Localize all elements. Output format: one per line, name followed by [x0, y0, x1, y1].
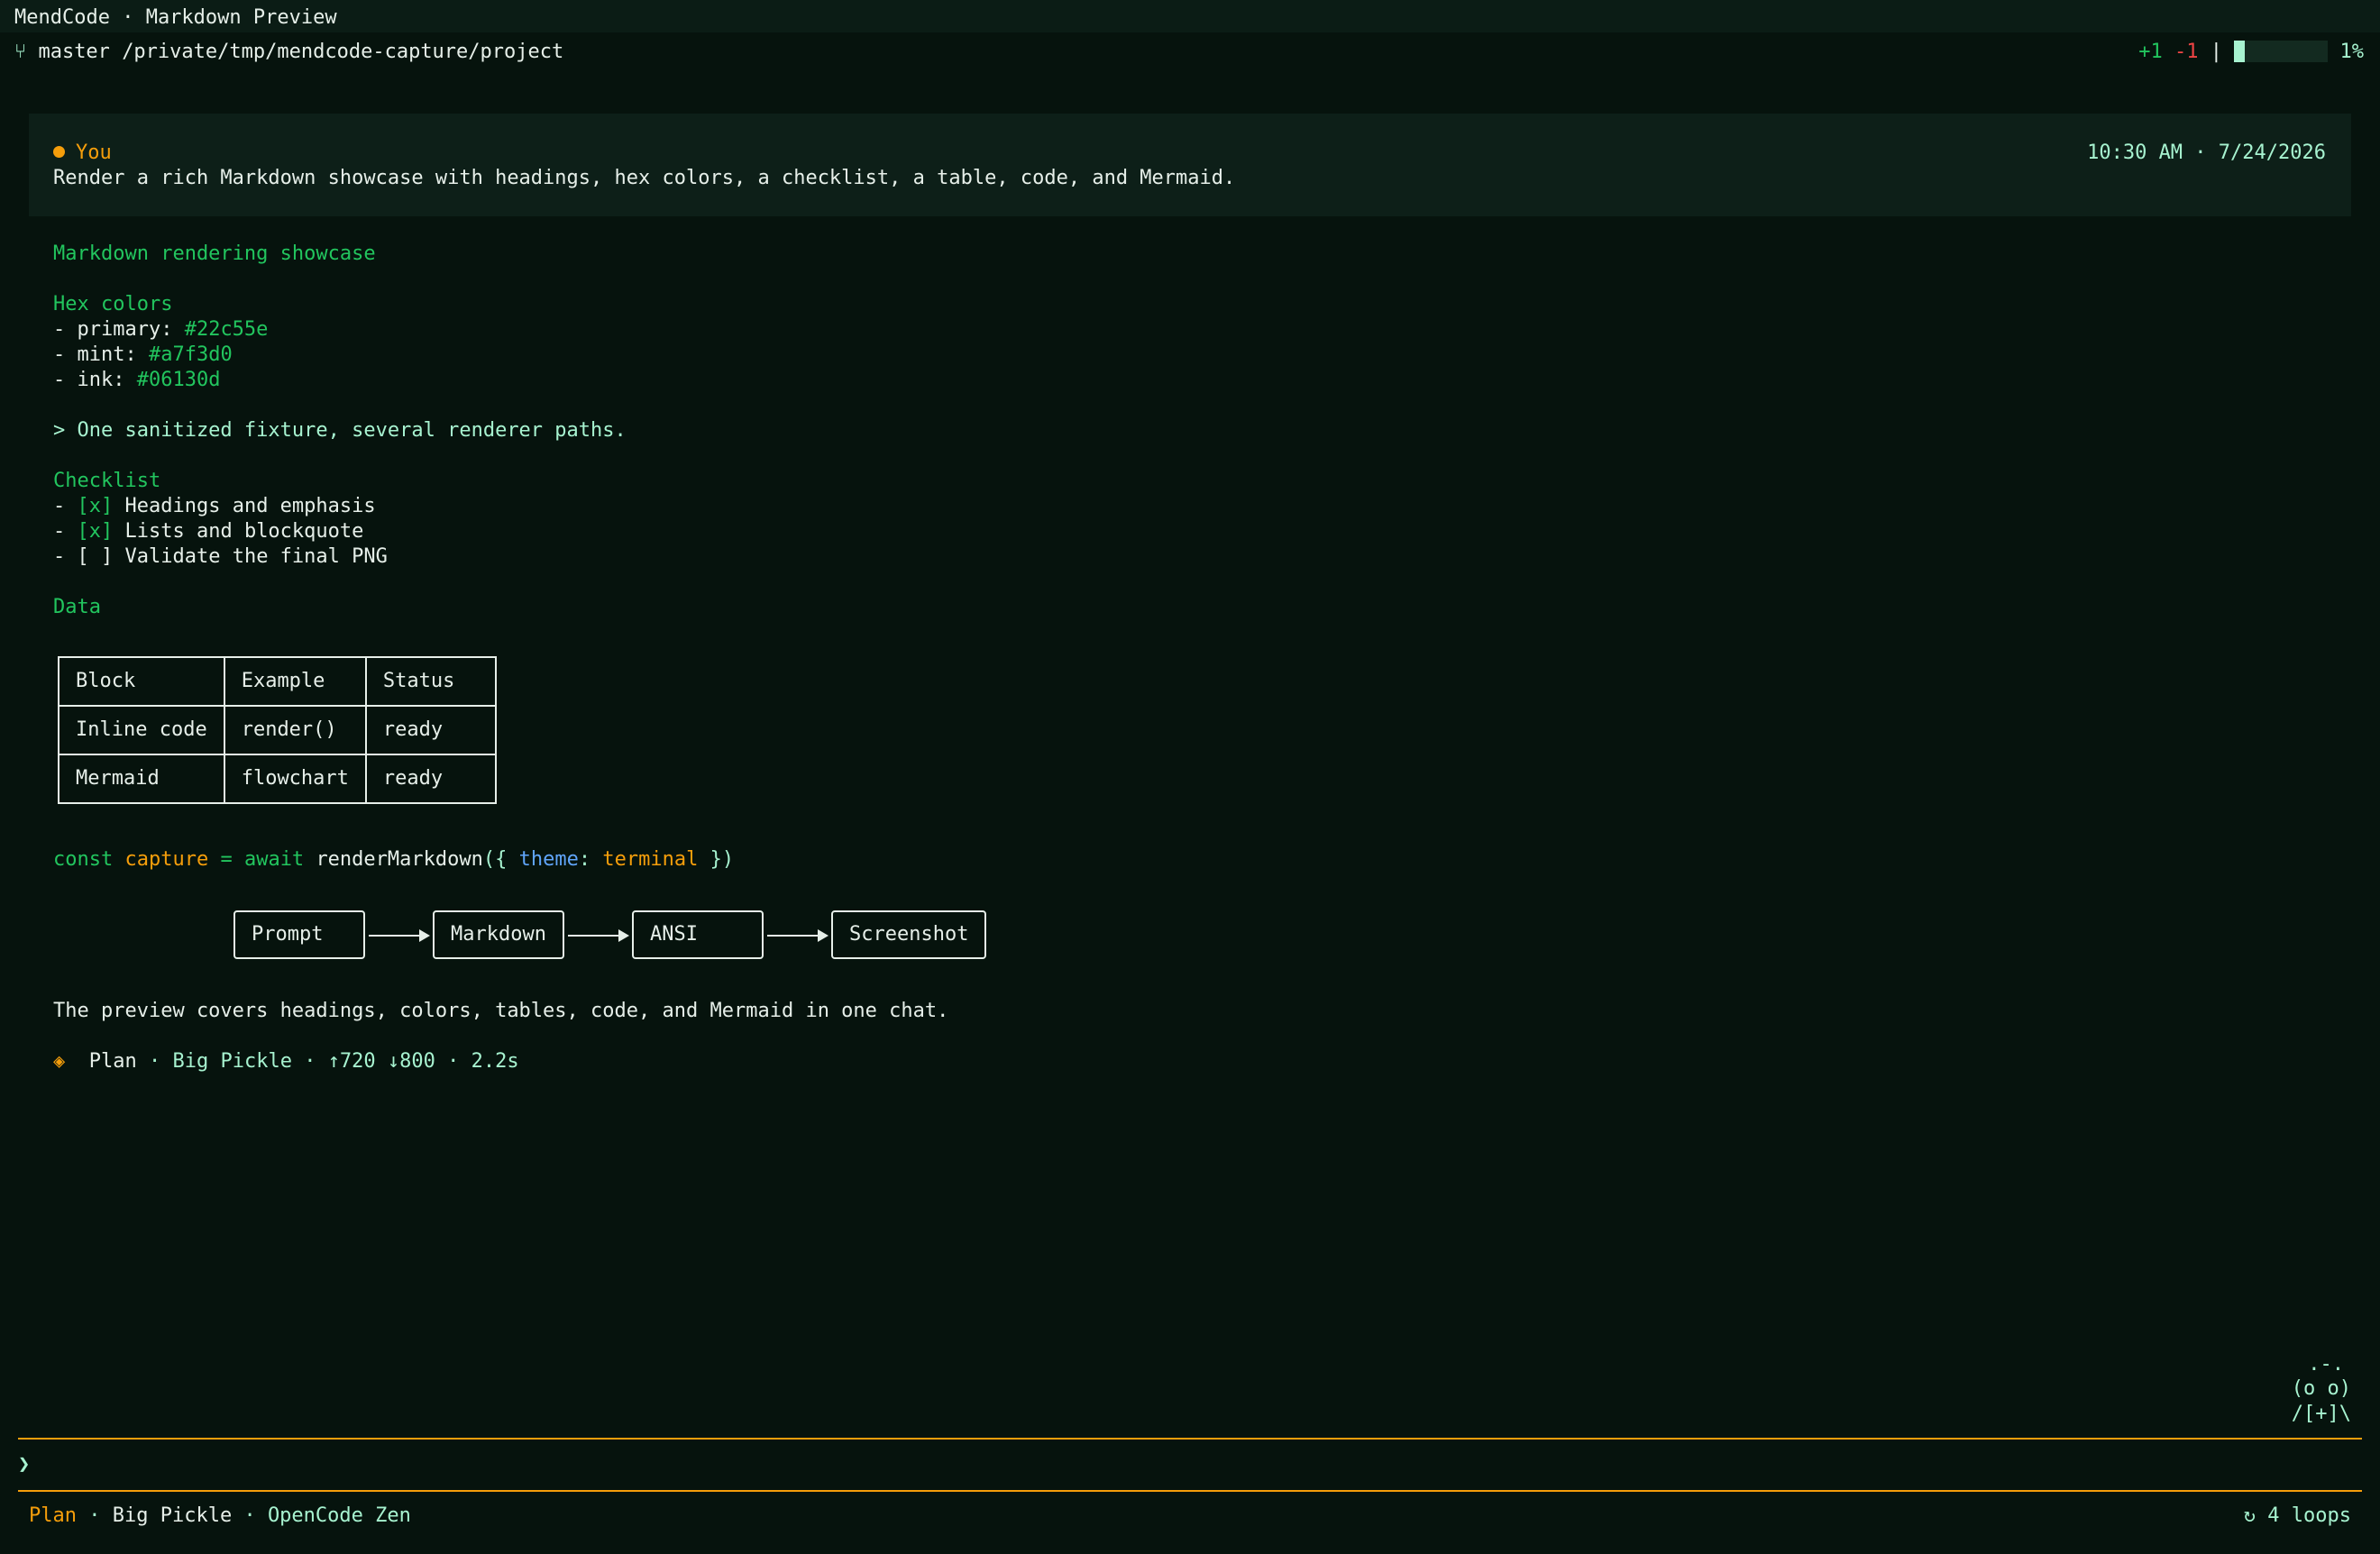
data-table: Block Example Status Inline code render(…	[58, 656, 497, 804]
hex-color-item: - mint: #a7f3d0	[53, 343, 233, 366]
flowchart-node-screenshot: Screenshot	[831, 910, 986, 959]
table-row: Mermaid flowchart ready	[58, 754, 497, 804]
status-separator: |	[2210, 41, 2222, 63]
git-branch-icon: ⑂	[14, 41, 27, 63]
table-cell: ready	[364, 754, 497, 804]
table-row: Inline code render() ready	[58, 705, 497, 755]
flowchart-arrow-icon	[369, 929, 430, 942]
prompt-chevron-icon: ❯	[18, 1453, 31, 1476]
mascot: /[+]\	[2291, 1403, 2351, 1425]
checklist-item: - [x] Headings and emphasis	[53, 495, 376, 517]
loops-counter: ↻ 4 loops	[2244, 1504, 2351, 1529]
project-path: /private/tmp/mendcode-capture/project	[122, 41, 564, 63]
data-heading: Data	[53, 596, 101, 618]
input-bottom-border	[18, 1490, 2362, 1492]
table-cell: ready	[364, 705, 497, 755]
user-dot-icon	[53, 146, 65, 158]
message-timestamp: 10:30 AM · 7/24/2026	[2087, 142, 2326, 164]
table-header-cell: Status	[364, 656, 497, 707]
user-author: You	[53, 141, 112, 166]
loop-icon: ↻ 4 loops	[2243, 1504, 2351, 1527]
chat-input[interactable]	[43, 1448, 2351, 1482]
flowchart-node-prompt: Prompt	[233, 910, 365, 959]
table-header-cell: Block	[58, 656, 225, 707]
mascot: .-.	[2308, 1353, 2344, 1376]
diamond-icon: ◈	[53, 1050, 66, 1073]
blockquote: > One sanitized fixture, several rendere…	[53, 419, 627, 442]
model-selector[interactable]: Big Pickle	[113, 1504, 232, 1527]
table-header-cell: Example	[223, 656, 367, 707]
hex-color-item: - primary: #22c55e	[53, 318, 269, 341]
hex-color-item: - ink: #06130d	[53, 369, 221, 391]
title-bar	[0, 0, 2380, 32]
table-cell: flowchart	[223, 754, 367, 804]
response-title: Markdown rendering showcase	[53, 242, 376, 265]
response-meta: ◈ Plan · Big Pickle · ↑720 ↓800 · 2.2s	[53, 1050, 519, 1073]
checklist-item: - [ ] Validate the final PNG	[53, 545, 388, 568]
status-right: +1 -1 | 1%	[2138, 40, 2364, 65]
flowchart-arrow-icon	[767, 929, 828, 942]
checklist-item: - [x] Lists and blockquote	[53, 520, 364, 543]
checklist-heading: Checklist	[53, 470, 161, 492]
response-summary: The preview covers headings, colors, tab…	[53, 1000, 949, 1022]
context-percent: 1%	[2339, 41, 2365, 63]
table-cell: Mermaid	[58, 754, 225, 804]
status-line: ⑂ master /private/tmp/mendcode-capture/p…	[14, 40, 563, 65]
flowchart-node-markdown: Markdown	[433, 910, 564, 959]
flowchart-arrow-icon	[568, 929, 629, 942]
code-block: const capture = await renderMarkdown({ t…	[53, 848, 735, 871]
footer-left: Plan · Big Pickle · OpenCode Zen	[29, 1504, 411, 1527]
diff-added: +1	[2138, 41, 2163, 63]
context-usage-fill	[2234, 41, 2246, 62]
window-title: MendCode · Markdown Preview	[14, 6, 337, 29]
context-usage-bar	[2234, 41, 2329, 62]
provider-label: OpenCode Zen	[267, 1504, 411, 1527]
table-header-row: Block Example Status	[58, 656, 497, 707]
flowchart-node-ansi: ANSI	[632, 910, 764, 959]
diff-removed: -1	[2174, 41, 2199, 63]
checkbox-checked-icon: [x]	[77, 520, 114, 543]
input-top-border	[18, 1438, 2362, 1440]
branch-name[interactable]: master	[38, 41, 109, 63]
hex-colors-heading: Hex colors	[53, 293, 173, 315]
checkbox-unchecked-icon: [ ]	[77, 545, 114, 568]
mode-selector[interactable]: Plan	[29, 1504, 77, 1527]
mascot: (o o)	[2291, 1377, 2351, 1400]
table-cell: render()	[223, 705, 367, 755]
user-message-text: Render a rich Markdown showcase with hea…	[53, 167, 1236, 189]
table-cell: Inline code	[58, 705, 225, 755]
checkbox-checked-icon: [x]	[77, 495, 114, 517]
user-message	[29, 114, 2351, 216]
